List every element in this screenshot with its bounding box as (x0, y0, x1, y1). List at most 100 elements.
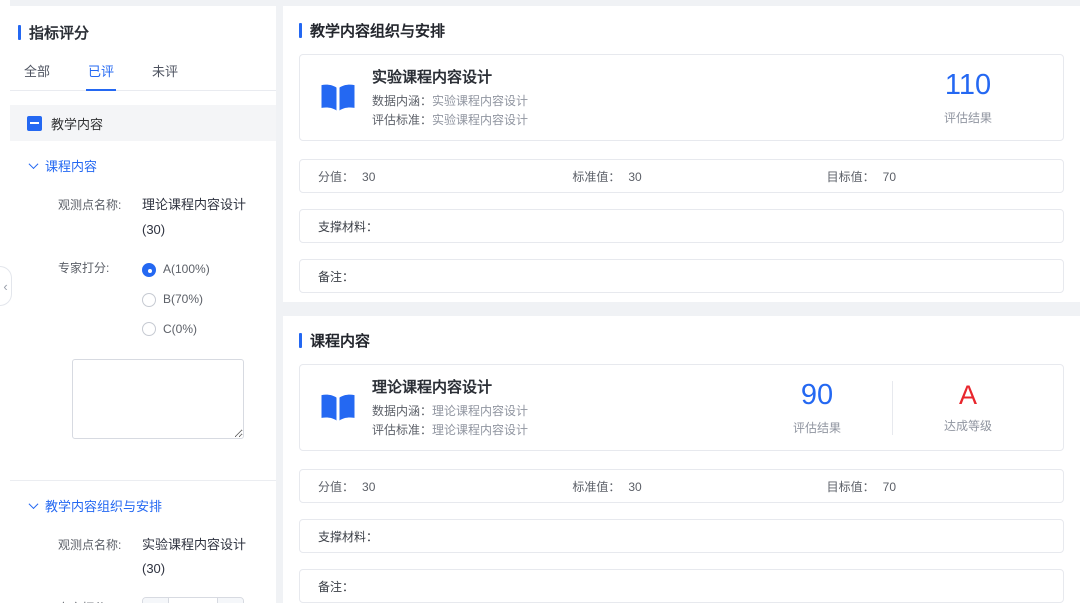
target-stat-value: 70 (883, 480, 896, 494)
tree-item-label: 教学内容组织与安排 (45, 496, 162, 515)
section-title-text: 课程内容 (310, 330, 370, 351)
evaluation-result-value: 110 (893, 70, 1043, 102)
sidebar-title: 指标评分 (10, 6, 276, 43)
evaluation-standard-label: 评估标准： (372, 113, 432, 127)
sidebar-collapse-handle[interactable]: ‹ (0, 266, 12, 306)
evaluation-detail-main: 教学内容组织与安排 实验课程内容设计 数据内涵：实验课程内容设计 评估标准：实验… (283, 6, 1080, 603)
tree-item-course-content[interactable]: 课程内容 (30, 156, 276, 175)
indicator-name: 实验课程内容设计 (372, 66, 528, 87)
standard-stat: 标准值： 30 (554, 168, 808, 185)
data-connotation-value: 实验课程内容设计 (432, 94, 528, 108)
title-accent-bar (299, 333, 302, 348)
expert-score-label: 专家打分: (58, 596, 142, 603)
achievement-grade-label: 达成等级 (893, 417, 1043, 434)
score-stat: 分值：30 (300, 478, 554, 495)
comment-textarea[interactable] (72, 359, 244, 439)
evaluation-standard-row: 评估标准：实验课程内容设计 (372, 111, 528, 130)
section-title-text: 教学内容组织与安排 (310, 20, 445, 41)
supporting-materials-row: 支撑材料： (299, 209, 1064, 243)
supporting-materials-label: 支撑材料： (318, 218, 378, 235)
score-stat-value: 30 (362, 170, 375, 184)
result-area: 110 评估结果 (893, 70, 1043, 126)
evaluation-standard-label: 评估标准： (372, 423, 432, 437)
result-area: 90 评估结果 A 达成等级 (742, 380, 1043, 436)
evaluation-result-label: 评估结果 (742, 419, 892, 436)
expert-score-label: 专家打分: (58, 256, 142, 340)
stepper-plus-button[interactable]: + (217, 598, 243, 603)
chevron-down-icon (29, 499, 39, 509)
radio-unselected-icon (142, 293, 156, 307)
radio-option-b-label: B(70%) (163, 288, 203, 311)
remark-row: 备注： (299, 569, 1064, 603)
standard-stat-label: 标准值： (572, 170, 620, 184)
chevron-down-icon (29, 159, 39, 169)
standard-stat: 标准值： 30 (554, 478, 808, 495)
evaluation-standard-value: 理论课程内容设计 (432, 423, 528, 437)
observation-name-label: 观测点名称: (58, 193, 142, 242)
data-connotation-row: 数据内涵：实验课程内容设计 (372, 92, 528, 111)
score-stat: 分值： 30 (300, 168, 554, 185)
indicator-info: 理论课程内容设计 数据内涵：理论课程内容设计 评估标准：理论课程内容设计 (372, 376, 528, 439)
observation-name-text: 实验课程内容设计 (142, 533, 246, 558)
radio-option-b[interactable]: B(70%) (142, 288, 210, 311)
target-stat-label: 目标值： (827, 170, 875, 184)
target-stat: 目标值： 70 (809, 478, 1063, 495)
standard-stat-value: 30 (628, 170, 641, 184)
target-stat-value: 70 (883, 170, 896, 184)
score-stepper: − + (142, 597, 244, 603)
evaluation-standard-value: 实验课程内容设计 (432, 113, 528, 127)
tab-evaluated[interactable]: 已评 (86, 57, 116, 91)
tree-item-label: 课程内容 (45, 156, 97, 175)
tree-item-content-organization[interactable]: 教学内容组织与安排 (30, 496, 276, 515)
achievement-grade: A 达成等级 (893, 381, 1043, 435)
radio-unselected-icon (142, 322, 156, 336)
observation-name-value: 理论课程内容设计 (30) (142, 193, 246, 242)
section-course-content: 课程内容 理论课程内容设计 数据内涵：理论课程内容设计 评估标准：理论课程内容设… (283, 316, 1080, 603)
achievement-grade-value: A (893, 381, 1043, 411)
observation-name-score: (30) (142, 557, 246, 582)
supporting-materials-label: 支撑材料： (318, 528, 378, 545)
tree-group-teaching-content[interactable]: 教学内容 (10, 105, 276, 141)
standard-stat-value: 30 (628, 480, 641, 494)
stepper-value-input[interactable] (169, 598, 217, 603)
sidebar-divider (10, 480, 276, 481)
target-stat: 目标值： 70 (809, 168, 1063, 185)
indicator-name: 理论课程内容设计 (372, 376, 528, 397)
tab-all[interactable]: 全部 (22, 57, 52, 90)
scoring-form-course-content: 观测点名称: 理论课程内容设计 (30) 专家打分: A(100%) B(70%… (10, 193, 276, 444)
radio-option-c[interactable]: C(0%) (142, 318, 210, 341)
indeterminate-checkbox-icon[interactable] (27, 116, 42, 131)
evaluation-standard-row: 评估标准：理论课程内容设计 (372, 421, 528, 440)
data-connotation-label: 数据内涵： (372, 404, 432, 418)
observation-name-score: (30) (142, 218, 246, 243)
data-connotation-label: 数据内涵： (372, 94, 432, 108)
data-connotation-value: 理论课程内容设计 (432, 404, 528, 418)
scoring-form-content-organization: 观测点名称: 实验课程内容设计 (30) 专家打分: − + (10, 533, 276, 603)
book-icon (320, 393, 356, 423)
observation-name-label: 观测点名称: (58, 533, 142, 582)
supporting-materials-row: 支撑材料： (299, 519, 1064, 553)
standard-stat-label: 标准值： (572, 480, 620, 494)
target-stat-label: 目标值： (827, 480, 875, 494)
radio-selected-icon (142, 263, 156, 277)
title-accent-bar (299, 23, 302, 38)
tab-unevaluated[interactable]: 未评 (150, 57, 180, 90)
data-connotation-row: 数据内涵：理论课程内容设计 (372, 402, 528, 421)
remark-label: 备注： (318, 268, 354, 285)
book-icon (320, 83, 356, 113)
radio-option-a[interactable]: A(100%) (142, 258, 210, 281)
indicator-info: 实验课程内容设计 数据内涵：实验课程内容设计 评估标准：实验课程内容设计 (372, 66, 528, 129)
score-stat-label: 分值： (318, 170, 354, 184)
section-title: 教学内容组织与安排 (299, 20, 1064, 41)
evaluation-result-label: 评估结果 (893, 109, 1043, 126)
observation-name-text: 理论课程内容设计 (142, 193, 246, 218)
title-accent-bar (18, 25, 21, 40)
score-stat-value: 30 (362, 480, 375, 494)
evaluation-result: 90 评估结果 (742, 380, 892, 436)
stepper-minus-button[interactable]: − (143, 598, 169, 603)
observation-name-value: 实验课程内容设计 (30) (142, 533, 246, 582)
remark-label: 备注： (318, 578, 354, 595)
grade-radio-group: A(100%) B(70%) C(0%) (142, 256, 210, 340)
tree-group-label: 教学内容 (51, 114, 103, 133)
evaluation-result-value: 90 (742, 380, 892, 412)
